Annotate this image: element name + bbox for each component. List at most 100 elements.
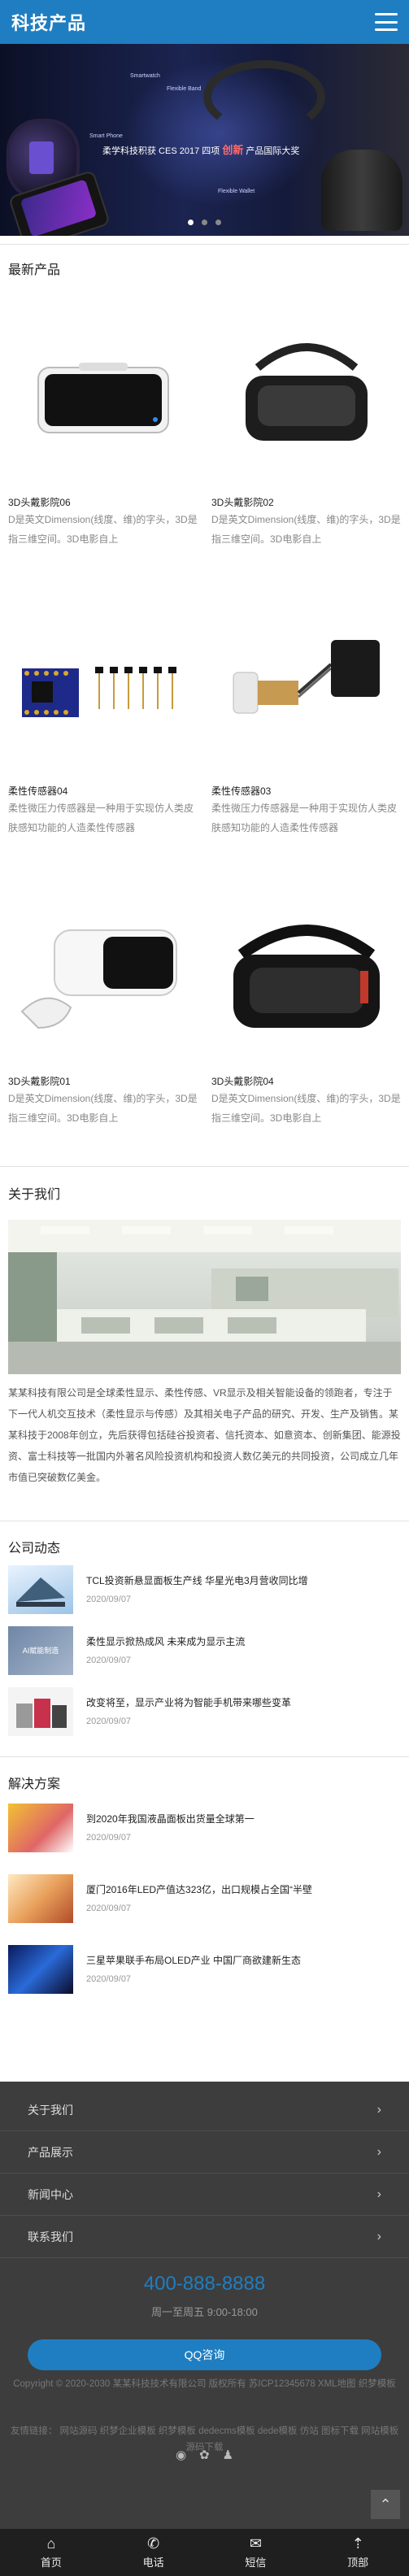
product-name[interactable]: 3D头戴影院01	[8, 1074, 198, 1089]
about-office-image	[8, 1220, 401, 1374]
company-news-title: 公司动态	[8, 1542, 61, 1556]
product-desc: 柔性微压力传感器是一种用于实现仿人类皮肤感知功能的人造柔性传感器	[8, 803, 194, 833]
tab-label: 首页	[40, 2556, 62, 2569]
chevron-right-icon: ›	[376, 2187, 381, 2201]
product-card[interactable]: 柔性传感器04 柔性微压力传感器是一种用于实现仿人类皮肤感知功能的人造柔性传感器	[8, 590, 198, 838]
news-thumb[interactable]: AI赋能制造	[8, 1626, 73, 1675]
product-name[interactable]: 柔性传感器04	[8, 784, 198, 798]
tab-label: 电话	[142, 2556, 164, 2569]
product-image[interactable]	[8, 880, 198, 1069]
banner-dot[interactable]	[215, 220, 221, 225]
site-header: 科技产品	[0, 0, 409, 44]
solution-item[interactable]: 厦门2016年LED产值达323亿，出口规模占全国“半壁 2020/09/07	[8, 1874, 401, 1931]
footer-link-about[interactable]: 关于我们 ›	[0, 2090, 409, 2131]
product-image[interactable]	[8, 590, 198, 779]
wechat-icon[interactable]: ✿	[199, 2448, 210, 2462]
product-card[interactable]: 3D头戴影院06 D是英文Dimension(线度、维)的字头，3D是指三维空间…	[8, 301, 198, 549]
news-date: 2020/09/07	[86, 1595, 132, 1604]
banner-dot[interactable]	[188, 220, 194, 225]
solution-thumb[interactable]	[8, 1945, 73, 1994]
product-card[interactable]: 3D头戴影院01 D是英文Dimension(线度、维)的字头，3D是指三维空间…	[8, 880, 198, 1128]
weibo-icon[interactable]: ◉	[176, 2448, 186, 2462]
footer-link-products[interactable]: 产品展示 ›	[0, 2132, 409, 2174]
product-name[interactable]: 3D头戴影院02	[211, 495, 401, 510]
message-icon: ✉	[249, 2535, 262, 2552]
tab-top[interactable]: ⇡ 顶部	[307, 2529, 409, 2576]
product-desc: D是英文Dimension(线度、维)的字头，3D是指三维空间。3D电影自上	[8, 514, 198, 545]
footer-link-label[interactable]: 产品展示	[28, 2144, 73, 2160]
news-title[interactable]: 改变将至，显示产业将为智能手机带来哪些变革	[86, 1695, 399, 1709]
product-image[interactable]	[211, 590, 401, 779]
product-desc: 柔性微压力传感器是一种用于实现仿人类皮肤感知功能的人造柔性传感器	[211, 803, 398, 833]
news-date: 2020/09/07	[86, 1656, 132, 1665]
chevron-up-icon: ⌃	[379, 2496, 392, 2513]
product-image[interactable]	[8, 301, 198, 490]
chevron-right-icon: ›	[376, 2145, 381, 2159]
phone-icon: ✆	[147, 2535, 160, 2552]
solution-title[interactable]: 到2020年我国液晶面板出货量全球第一	[86, 1812, 399, 1825]
product-card[interactable]: 3D头戴影院02 D是英文Dimension(线度、维)的字头，3D是指三维空间…	[211, 301, 401, 549]
banner-tagline: 柔学科技积获 CES 2017 四项 创新 产品国际大奖	[102, 141, 299, 157]
back-to-top-button[interactable]: ⌃	[371, 2490, 400, 2519]
news-item[interactable]: TCL投资新悬显面板生产线 华星光电3月营收同比增 2020/09/07	[8, 1565, 401, 1622]
solutions-title: 解决方案	[8, 1778, 61, 1791]
footer-link-label[interactable]: 新闻中心	[28, 2187, 73, 2203]
solution-date: 2020/09/07	[86, 1974, 132, 1984]
banner-mini-label: Flexible Wallet	[218, 189, 255, 194]
site-logo[interactable]: 科技产品	[11, 9, 86, 35]
solution-thumb[interactable]	[8, 1874, 73, 1923]
banner-mini-label: Flexible Band	[167, 86, 202, 92]
product-desc: D是英文Dimension(线度、维)的字头，3D是指三维空间。3D电影自上	[211, 514, 401, 545]
product-name[interactable]: 3D头戴影院04	[211, 1074, 401, 1089]
social-icons: ◉ ✿ ♟	[0, 2448, 409, 2462]
news-item[interactable]: AI赋能制造 柔性显示掀热成风 未来成为显示主流 2020/09/07	[8, 1626, 401, 1683]
home-icon: ⌂	[46, 2535, 56, 2552]
product-image[interactable]	[211, 880, 401, 1069]
solution-item[interactable]: 到2020年我国液晶面板出货量全球第一 2020/09/07	[8, 1804, 401, 1860]
hero-banner[interactable]: Smartwatch Flexible Band Smart Phone Fle…	[0, 44, 409, 236]
product-name[interactable]: 3D头戴影院06	[8, 495, 198, 510]
product-desc: D是英文Dimension(线度、维)的字头，3D是指三维空间。3D电影自上	[8, 1093, 198, 1124]
solution-item[interactable]: 三星苹果联手布局OLED产业 中国厂商欲建新生态 2020/09/07	[8, 1945, 401, 2002]
chevron-right-icon: ›	[376, 2103, 381, 2117]
about-text: 某某科技有限公司是全球柔性显示、柔性传感、VR显示及相关智能设备的领跑者，专注于…	[8, 1387, 401, 1483]
latest-products-title: 最新产品	[8, 263, 61, 277]
banner-mini-label: Smartwatch	[130, 73, 160, 79]
product-name[interactable]: 柔性传感器03	[211, 784, 401, 798]
news-thumb-label: AI赋能制造	[22, 1647, 59, 1655]
banner-mini-label: Smart Phone	[89, 133, 123, 139]
news-item[interactable]: 改变将至，显示产业将为智能手机带来哪些变革 2020/09/07	[8, 1687, 401, 1744]
bottom-tab-bar: ⌂ 首页 ✆ 电话 ✉ 短信 ⇡ 顶部	[0, 2529, 409, 2576]
tagline-pre: 柔学科技积获 CES 2017 四项	[102, 146, 220, 156]
solution-title[interactable]: 三星苹果联手布局OLED产业 中国厂商欲建新生态	[86, 1953, 399, 1967]
section-divider	[0, 244, 409, 245]
chevron-right-icon: ›	[376, 2230, 381, 2243]
banner-dot[interactable]	[202, 220, 207, 225]
qq-consult-button[interactable]: QQ咨询	[28, 2339, 381, 2370]
solution-thumb[interactable]	[8, 1804, 73, 1852]
tab-home[interactable]: ⌂ 首页	[0, 2529, 102, 2576]
tab-phone[interactable]: ✆ 电话	[102, 2529, 205, 2576]
solution-date: 2020/09/07	[86, 1904, 132, 1913]
section-divider	[0, 1166, 409, 1167]
product-card[interactable]: 3D头戴影院04 D是英文Dimension(线度、维)的字头，3D是指三维空间…	[211, 880, 401, 1128]
tagline-highlight: 创新	[222, 144, 244, 156]
solution-title[interactable]: 厦门2016年LED产值达323亿，出口规模占全国“半壁	[86, 1882, 399, 1896]
news-thumb[interactable]	[8, 1687, 73, 1736]
footer-link-contact[interactable]: 联系我们 ›	[0, 2217, 409, 2258]
product-card[interactable]: 柔性传感器03 柔性微压力传感器是一种用于实现仿人类皮肤感知功能的人造柔性传感器	[211, 590, 401, 838]
product-image[interactable]	[211, 301, 401, 490]
footer-phone[interactable]: 400-888-8888	[0, 2273, 409, 2295]
footer-hours: 周一至周五 9:00-18:00	[151, 2306, 258, 2318]
banner-device-image	[321, 150, 402, 231]
news-thumb[interactable]	[8, 1565, 73, 1614]
section-divider	[0, 1756, 409, 1757]
qq-icon[interactable]: ♟	[223, 2448, 233, 2462]
footer-link-label[interactable]: 联系我们	[28, 2229, 73, 2245]
menu-icon[interactable]	[375, 13, 398, 31]
footer-link-news[interactable]: 新闻中心 ›	[0, 2174, 409, 2216]
news-title[interactable]: TCL投资新悬显面板生产线 华星光电3月营收同比增	[86, 1573, 399, 1587]
footer-link-label[interactable]: 关于我们	[28, 2102, 73, 2118]
tab-message[interactable]: ✉ 短信	[205, 2529, 307, 2576]
news-title[interactable]: 柔性显示掀热成风 未来成为显示主流	[86, 1634, 399, 1648]
